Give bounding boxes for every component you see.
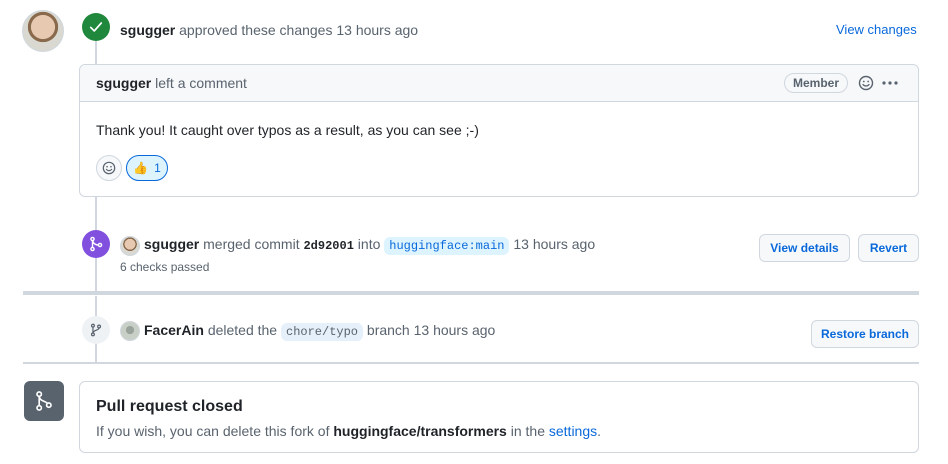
branch-badge (82, 316, 110, 344)
deletion-time[interactable]: 13 hours ago (414, 322, 496, 338)
closed-icon-box (24, 381, 64, 421)
approval-line: sgugger approved these changes 13 hours … (120, 20, 418, 40)
approval-action: approved these changes (179, 22, 333, 38)
approved-badge (82, 13, 110, 41)
kebab-icon[interactable] (881, 75, 899, 91)
closed-title: Pull request closed (96, 398, 243, 415)
merge-user[interactable]: sgugger (144, 236, 199, 252)
merge-icon (90, 236, 103, 252)
thumbs-up-reaction[interactable]: 👍 1 (126, 155, 168, 181)
closed-text-suffix: . (597, 423, 602, 439)
deleted-branch: chore/typo (281, 323, 364, 341)
target-branch[interactable]: huggingface:main (384, 237, 510, 255)
deletion-user[interactable]: FacerAin (144, 322, 204, 338)
check-icon (89, 22, 103, 32)
comment-card: sgugger left a comment Member Thank you!… (79, 64, 919, 197)
merged-badge (82, 230, 110, 258)
comment-body: Thank you! It caught over typos as a res… (96, 122, 479, 138)
avatar[interactable] (120, 236, 140, 256)
approval-user[interactable]: sgugger (120, 22, 175, 38)
restore-branch-button[interactable]: Restore branch (811, 320, 919, 348)
divider (23, 362, 919, 364)
commit-sha[interactable]: 2d92001 (303, 239, 353, 253)
avatar[interactable] (120, 321, 140, 341)
view-details-button[interactable]: View details (759, 234, 850, 262)
add-reaction-button[interactable] (96, 155, 122, 181)
thumbs-up-icon: 👍 (133, 161, 149, 175)
closed-text: If you wish, you can delete this fork of… (96, 421, 601, 441)
reaction-count: 1 (154, 161, 161, 175)
branch-icon (90, 323, 102, 337)
smiley-icon (102, 161, 116, 175)
checks-status[interactable]: 6 checks passed (120, 257, 209, 277)
avatar[interactable] (22, 10, 64, 52)
merge-action: merged commit (203, 236, 300, 252)
merge-into: into (357, 236, 381, 252)
approval-time[interactable]: 13 hours ago (336, 22, 418, 38)
comment-user[interactable]: sgugger (96, 75, 151, 91)
deletion-action: deleted the (207, 322, 278, 338)
member-badge: Member (784, 73, 849, 93)
repo-name: huggingface/transformers (333, 423, 507, 439)
branch-icon (36, 391, 52, 411)
comment-action: left a comment (155, 75, 247, 91)
closed-text-mid: in the (510, 423, 545, 439)
branch-word: branch (366, 322, 410, 338)
closed-text-prefix: If you wish, you can delete this fork of (96, 423, 330, 439)
closed-card: Pull request closed If you wish, you can… (79, 381, 919, 453)
merge-line: sgugger merged commit 2d92001 into huggi… (144, 234, 595, 256)
divider (23, 291, 919, 295)
merge-time[interactable]: 13 hours ago (513, 236, 595, 252)
timeline-line (95, 40, 97, 64)
comment-header-text: sgugger left a comment (96, 73, 247, 93)
smiley-icon[interactable] (858, 75, 874, 91)
view-changes-link[interactable]: View changes (836, 20, 917, 40)
deletion-line: FacerAin deleted the chore/typo branch 1… (144, 320, 495, 342)
settings-link[interactable]: settings (549, 423, 597, 439)
revert-button[interactable]: Revert (858, 234, 919, 262)
